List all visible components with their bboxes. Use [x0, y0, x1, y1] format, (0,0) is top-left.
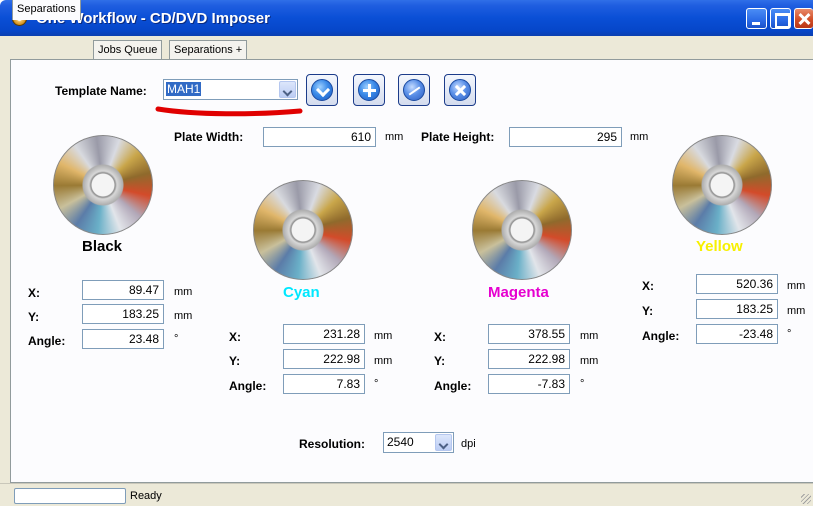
black-angle-unit: ° [174, 333, 179, 345]
cyan-angle-unit: ° [374, 378, 379, 390]
yellow-x-label: X: [642, 279, 654, 293]
magenta-x-label: X: [434, 330, 446, 344]
template-name-value: MAH1 [166, 82, 202, 96]
tab-separations-plus[interactable]: Separations + [169, 40, 248, 60]
resolution-select[interactable]: 2540 [383, 432, 454, 453]
resize-grip-icon[interactable] [801, 494, 811, 504]
add-template-button[interactable] [353, 74, 385, 106]
template-name-label: Template Name: [55, 84, 147, 98]
yellow-disc-icon [672, 135, 772, 235]
chevron-down-icon[interactable] [279, 81, 296, 98]
cyan-x-unit: mm [374, 330, 393, 342]
yellow-x-unit: mm [787, 280, 806, 292]
yellow-y-unit: mm [787, 305, 806, 317]
magenta-angle-field[interactable]: -7.83 [488, 374, 570, 394]
close-button[interactable] [794, 8, 813, 29]
cyan-angle-label: Angle: [229, 379, 267, 393]
yellow-angle-unit: ° [787, 328, 792, 340]
yellow-y-field[interactable]: 183.25 [696, 299, 778, 319]
status-text: Ready [130, 490, 162, 502]
magenta-y-unit: mm [580, 355, 599, 367]
maximize-button[interactable] [770, 8, 791, 29]
title-bar: One Workflow - CD/DVD Imposer [0, 0, 813, 36]
cyan-angle-field[interactable]: 7.83 [283, 374, 365, 394]
black-y-label: Y: [28, 310, 40, 324]
yellow-y-label: Y: [642, 304, 654, 318]
cyan-y-label: Y: [229, 354, 241, 368]
plate-height-field[interactable]: 295 [509, 127, 622, 147]
delete-template-button[interactable] [444, 74, 476, 106]
magenta-angle-unit: ° [580, 378, 585, 390]
chevron-down-icon[interactable] [435, 434, 452, 451]
resolution-label: Resolution: [299, 437, 365, 451]
black-y-unit: mm [174, 310, 193, 322]
black-angle-label: Angle: [28, 334, 66, 348]
yellow-angle-field[interactable]: -23.48 [696, 324, 778, 344]
black-label: Black [82, 238, 123, 255]
black-angle-field[interactable]: 23.48 [82, 329, 164, 349]
yellow-label: Yellow [696, 238, 743, 255]
tab-jobs-queue[interactable]: Jobs Queue [93, 40, 163, 60]
black-x-label: X: [28, 286, 40, 300]
load-template-button[interactable] [306, 74, 338, 106]
add-icon [358, 79, 380, 101]
black-disc-icon [53, 135, 153, 235]
download-icon [311, 79, 333, 101]
black-y-field[interactable]: 183.25 [82, 304, 164, 324]
yellow-x-field[interactable]: 520.36 [696, 274, 778, 294]
edit-template-button[interactable] [398, 74, 430, 106]
cyan-y-field[interactable]: 222.98 [283, 349, 365, 369]
edit-icon [403, 79, 425, 101]
magenta-y-field[interactable]: 222.98 [488, 349, 570, 369]
cyan-x-label: X: [229, 330, 241, 344]
cyan-x-field[interactable]: 231.28 [283, 324, 365, 344]
magenta-disc-icon [472, 180, 572, 280]
black-x-unit: mm [174, 286, 193, 298]
cyan-disc-icon [253, 180, 353, 280]
plate-width-unit: mm [385, 131, 404, 143]
black-x-field[interactable]: 89.47 [82, 280, 164, 300]
separations-panel [10, 59, 813, 483]
status-progress-bar [14, 488, 126, 504]
yellow-angle-label: Angle: [642, 329, 680, 343]
magenta-label: Magenta [488, 284, 549, 301]
minimize-button[interactable] [746, 8, 767, 29]
magenta-angle-label: Angle: [434, 379, 472, 393]
plate-height-unit: mm [630, 131, 649, 143]
red-annotation-underline [155, 106, 303, 117]
cyan-label: Cyan [283, 284, 320, 301]
plate-width-field[interactable]: 610 [263, 127, 376, 147]
plate-width-label: Plate Width: [174, 130, 244, 144]
resolution-unit: dpi [461, 438, 476, 450]
plate-height-label: Plate Height: [421, 130, 495, 144]
status-bar: Ready [0, 483, 813, 506]
magenta-y-label: Y: [434, 354, 446, 368]
tab-separations[interactable]: Separations [12, 0, 81, 20]
magenta-x-field[interactable]: 378.55 [488, 324, 570, 344]
delete-icon [449, 79, 471, 101]
magenta-x-unit: mm [580, 330, 599, 342]
cyan-y-unit: mm [374, 355, 393, 367]
template-name-select[interactable]: MAH1 [163, 79, 298, 100]
resolution-value: 2540 [387, 435, 414, 449]
